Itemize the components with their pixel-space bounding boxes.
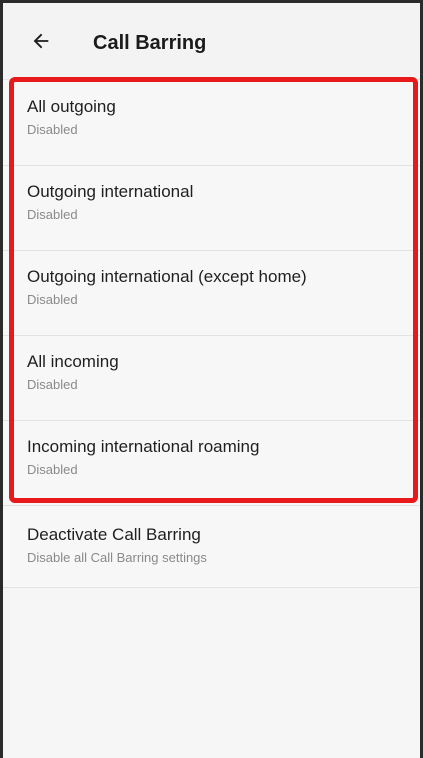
call-barring-list: All outgoing Disabled Outgoing internati… xyxy=(3,81,420,506)
item-status: Disabled xyxy=(27,207,78,222)
item-label: All outgoing xyxy=(27,97,116,116)
list-item-outgoing-international[interactable]: Outgoing international Disabled xyxy=(3,166,420,251)
list-item-incoming-international-roaming[interactable]: Incoming international roaming Disabled xyxy=(3,421,420,506)
item-status: Disabled xyxy=(27,377,78,392)
item-status: Disabled xyxy=(27,462,78,477)
item-label: Incoming international roaming xyxy=(27,437,260,456)
list-item-outgoing-international-except-home[interactable]: Outgoing international (except home) Dis… xyxy=(3,251,420,336)
deactivate-call-barring-item[interactable]: Deactivate Call Barring Disable all Call… xyxy=(3,508,420,588)
item-label: Outgoing international (except home) xyxy=(27,267,307,286)
deactivate-description: Disable all Call Barring settings xyxy=(27,550,207,565)
item-status: Disabled xyxy=(27,292,78,307)
list-item-all-incoming[interactable]: All incoming Disabled xyxy=(3,336,420,421)
item-status: Disabled xyxy=(27,122,78,137)
arrow-back-icon xyxy=(33,33,49,49)
app-bar: Call Barring xyxy=(3,3,420,80)
item-label: All incoming xyxy=(27,352,119,371)
page-title: Call Barring xyxy=(93,32,207,54)
screen: Call Barring All outgoing Disabled Outgo… xyxy=(0,0,423,758)
item-label: Outgoing international xyxy=(27,182,194,201)
list-item-all-outgoing[interactable]: All outgoing Disabled xyxy=(3,81,420,166)
back-button[interactable] xyxy=(25,25,57,57)
deactivate-label: Deactivate Call Barring xyxy=(27,525,201,544)
